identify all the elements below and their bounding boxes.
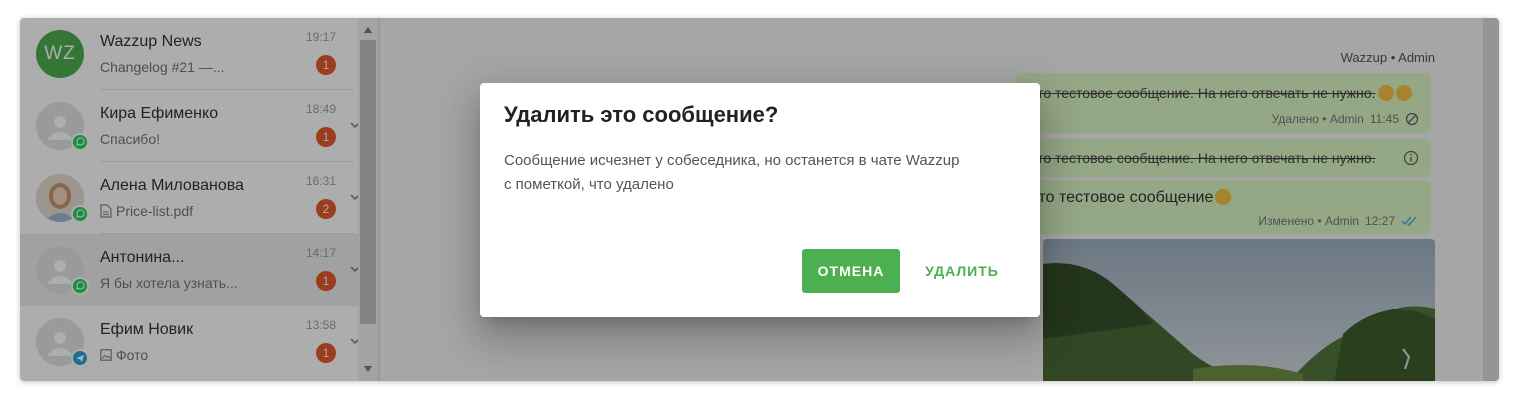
delete-message-dialog: Удалить это сообщение? Сообщение исчезне… [480,83,1040,317]
delete-button[interactable]: УДАЛИТЬ [910,249,1014,293]
dialog-body: Сообщение исчезнет у собеседника, но ост… [504,152,960,193]
dialog-title: Удалить это сообщение? [504,102,779,127]
cancel-button[interactable]: ОТМЕНА [802,249,900,293]
